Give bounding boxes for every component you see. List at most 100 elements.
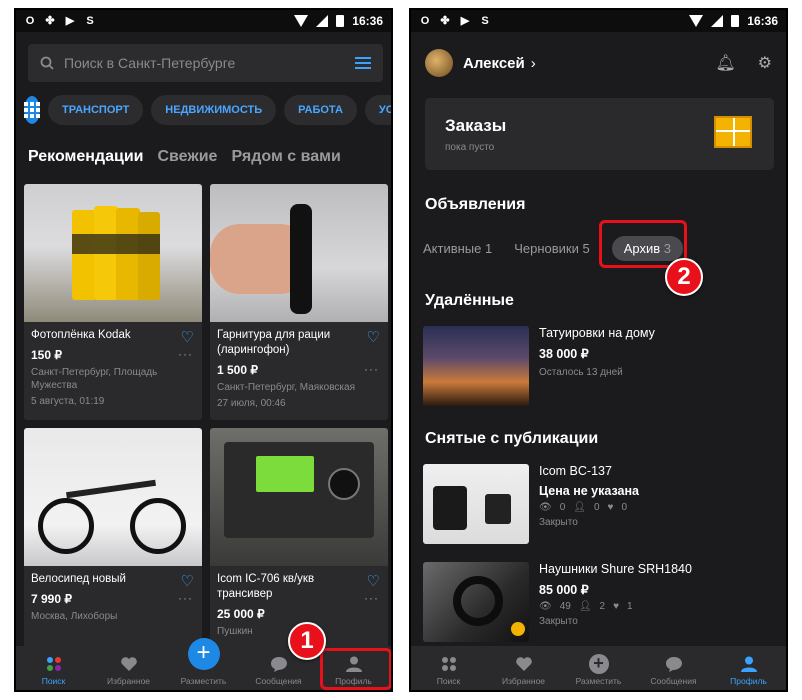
views-count: 49 bbox=[559, 601, 571, 612]
heart-icon: ♥ bbox=[607, 502, 614, 513]
status-bar: O ✤ ▶ S 16:36 bbox=[411, 10, 786, 32]
profile-name[interactable]: Алексей bbox=[463, 55, 525, 72]
listing-title: Наушники Shure SRH1840 bbox=[539, 562, 692, 576]
categories-grid-button[interactable] bbox=[24, 96, 40, 124]
phone-screen-profile: O ✤ ▶ S 16:36 Алексей › 🔔︎ ⚙ Заказы пока… bbox=[409, 8, 788, 692]
list-item[interactable]: Татуировки на дому 38 000 ₽ Осталось 13 … bbox=[423, 326, 786, 408]
favs-count: 1 bbox=[627, 601, 633, 612]
listing-card[interactable]: Фотоплёнка Kodak ♡ 150 ₽ ··· Санкт-Петер… bbox=[24, 184, 202, 420]
avatar[interactable] bbox=[425, 49, 453, 77]
opera-icon: O bbox=[420, 15, 430, 27]
listing-date: 27 июля, 00:46 bbox=[217, 398, 286, 409]
listing-status: Закрыто bbox=[539, 517, 578, 528]
listing-photo bbox=[24, 184, 202, 322]
step-badge: 1 bbox=[288, 622, 326, 660]
listing-photo bbox=[210, 428, 388, 566]
person-icon: 👤︎ bbox=[578, 601, 592, 612]
listing-date: 5 августа, 01:19 bbox=[31, 396, 105, 407]
listing-title: Велосипед новый bbox=[31, 573, 126, 585]
listing-card[interactable]: Гарнитура для рации (ларингофон) ♡ 1 500… bbox=[210, 184, 388, 420]
feed-tabs: Рекомендации Свежие Рядом с вами bbox=[28, 148, 341, 166]
more-options-icon[interactable]: ··· bbox=[364, 591, 379, 605]
listing-title: Icom IC-706 кв/укв трансивер bbox=[217, 573, 315, 600]
nav-search[interactable]: Поиск bbox=[411, 646, 486, 690]
app-icon: ✤ bbox=[45, 15, 55, 27]
status-time: 16:36 bbox=[747, 14, 778, 28]
nav-profile[interactable]: Профиль bbox=[711, 646, 786, 690]
tab-active-ads[interactable]: Активные 1 bbox=[423, 241, 492, 256]
listing-card[interactable]: Icom IC-706 кв/укв трансивер ♡ 25 000 ₽ … bbox=[210, 428, 388, 648]
nav-label: Поиск bbox=[41, 676, 66, 686]
orders-subtitle: пока пусто bbox=[445, 142, 495, 153]
chip-services[interactable]: УСЛУ bbox=[364, 95, 391, 125]
status-bar: O ✤ ▶ S 16:36 bbox=[16, 10, 391, 32]
listing-status: Осталось 13 дней bbox=[539, 367, 623, 378]
chat-icon bbox=[270, 657, 287, 672]
nav-label: Поиск bbox=[436, 676, 461, 686]
gear-icon[interactable]: ⚙ bbox=[758, 53, 772, 73]
shazam-icon: S bbox=[481, 15, 489, 27]
nav-favorites[interactable]: Избранное bbox=[91, 646, 166, 690]
listing-photo bbox=[423, 326, 529, 406]
category-chips: ТРАНСПОРТ НЕДВИЖИМОСТЬ РАБОТА УСЛУ bbox=[24, 94, 391, 126]
nav-label: Избранное bbox=[501, 676, 546, 686]
orders-card[interactable]: Заказы пока пусто bbox=[425, 98, 774, 170]
box-icon bbox=[714, 116, 752, 148]
youtube-icon: ▶ bbox=[460, 15, 470, 27]
orders-title: Заказы bbox=[445, 116, 507, 135]
more-options-icon[interactable]: ··· bbox=[178, 591, 193, 605]
listing-price: Цена не указана bbox=[539, 484, 639, 498]
tab-nearby[interactable]: Рядом с вами bbox=[231, 148, 340, 166]
listing-title: Гарнитура для рации (ларингофон) bbox=[217, 329, 331, 356]
highlight-profile bbox=[320, 648, 391, 690]
deleted-section-title: Удалённые bbox=[425, 292, 514, 309]
nav-search[interactable]: Поиск bbox=[16, 646, 91, 690]
nav-post[interactable]: + Разместить bbox=[166, 638, 241, 690]
listing-price: 7 990 ₽ bbox=[31, 592, 72, 606]
chip-jobs[interactable]: РАБОТА bbox=[284, 95, 357, 125]
views-count: 0 bbox=[559, 502, 566, 513]
listing-photo bbox=[423, 464, 529, 544]
bell-icon[interactable]: 🔔︎ bbox=[715, 53, 735, 73]
listing-location: Москва, Лихоборы bbox=[31, 611, 118, 622]
listing-location: Санкт-Петербург, Площадь Мужества bbox=[31, 367, 158, 391]
favorite-heart-icon[interactable]: ♡ bbox=[181, 572, 194, 590]
more-options-icon[interactable]: ··· bbox=[364, 362, 379, 376]
chevron-right-icon[interactable]: › bbox=[531, 55, 536, 72]
listing-title: Татуировки на дому bbox=[539, 326, 655, 340]
signal-icon bbox=[316, 15, 329, 27]
listing-price: 1 500 ₽ bbox=[217, 363, 258, 377]
bottom-navigation: Поиск Избранное + Разместить Сообщения П… bbox=[411, 646, 786, 690]
nav-favorites[interactable]: Избранное bbox=[486, 646, 561, 690]
tab-drafts[interactable]: Черновики 5 bbox=[514, 241, 590, 256]
search-input[interactable]: Поиск в Санкт-Петербурге bbox=[28, 44, 383, 82]
ads-section-title: Объявления bbox=[425, 196, 526, 213]
heart-icon: ♥ bbox=[613, 601, 620, 612]
listing-title: Фотоплёнка Kodak bbox=[31, 329, 131, 341]
filter-icon[interactable] bbox=[355, 56, 371, 70]
listing-price: 25 000 ₽ bbox=[217, 607, 265, 621]
favorite-heart-icon[interactable]: ♡ bbox=[367, 328, 380, 346]
list-item[interactable]: Icom BC-137 Цена не указана 👁︎ 0 👤︎ 0 ♥ 0 З… bbox=[423, 464, 786, 546]
tab-recommendations[interactable]: Рекомендации bbox=[28, 148, 144, 166]
search-nav-icon bbox=[46, 657, 61, 671]
favorite-heart-icon[interactable]: ♡ bbox=[367, 572, 380, 590]
removed-section-title: Снятые с публикации bbox=[425, 430, 599, 447]
favs-count: 0 bbox=[621, 502, 628, 513]
chat-icon bbox=[665, 657, 682, 672]
favorite-heart-icon[interactable]: ♡ bbox=[181, 328, 194, 346]
eye-icon: 👁︎ bbox=[539, 601, 552, 612]
heart-icon bbox=[515, 657, 532, 671]
person-icon bbox=[740, 656, 757, 672]
chip-transport[interactable]: ТРАНСПОРТ bbox=[48, 95, 144, 125]
nav-messages[interactable]: Сообщения bbox=[636, 646, 711, 690]
list-item[interactable]: Наушники Shure SRH1840 85 000 ₽ 👁︎ 49 👤︎ 2… bbox=[423, 562, 786, 644]
chip-realty[interactable]: НЕДВИЖИМОСТЬ bbox=[151, 95, 277, 125]
nav-post[interactable]: + Разместить bbox=[561, 646, 636, 690]
nav-label: Сообщения bbox=[255, 676, 302, 686]
more-options-icon[interactable]: ··· bbox=[178, 347, 193, 361]
listing-card[interactable]: Велосипед новый ♡ 7 990 ₽ ··· Москва, Ли… bbox=[24, 428, 202, 648]
step-badge: 2 bbox=[665, 258, 703, 296]
tab-fresh[interactable]: Свежие bbox=[158, 148, 218, 166]
person-icon: 👤︎ bbox=[573, 502, 586, 513]
